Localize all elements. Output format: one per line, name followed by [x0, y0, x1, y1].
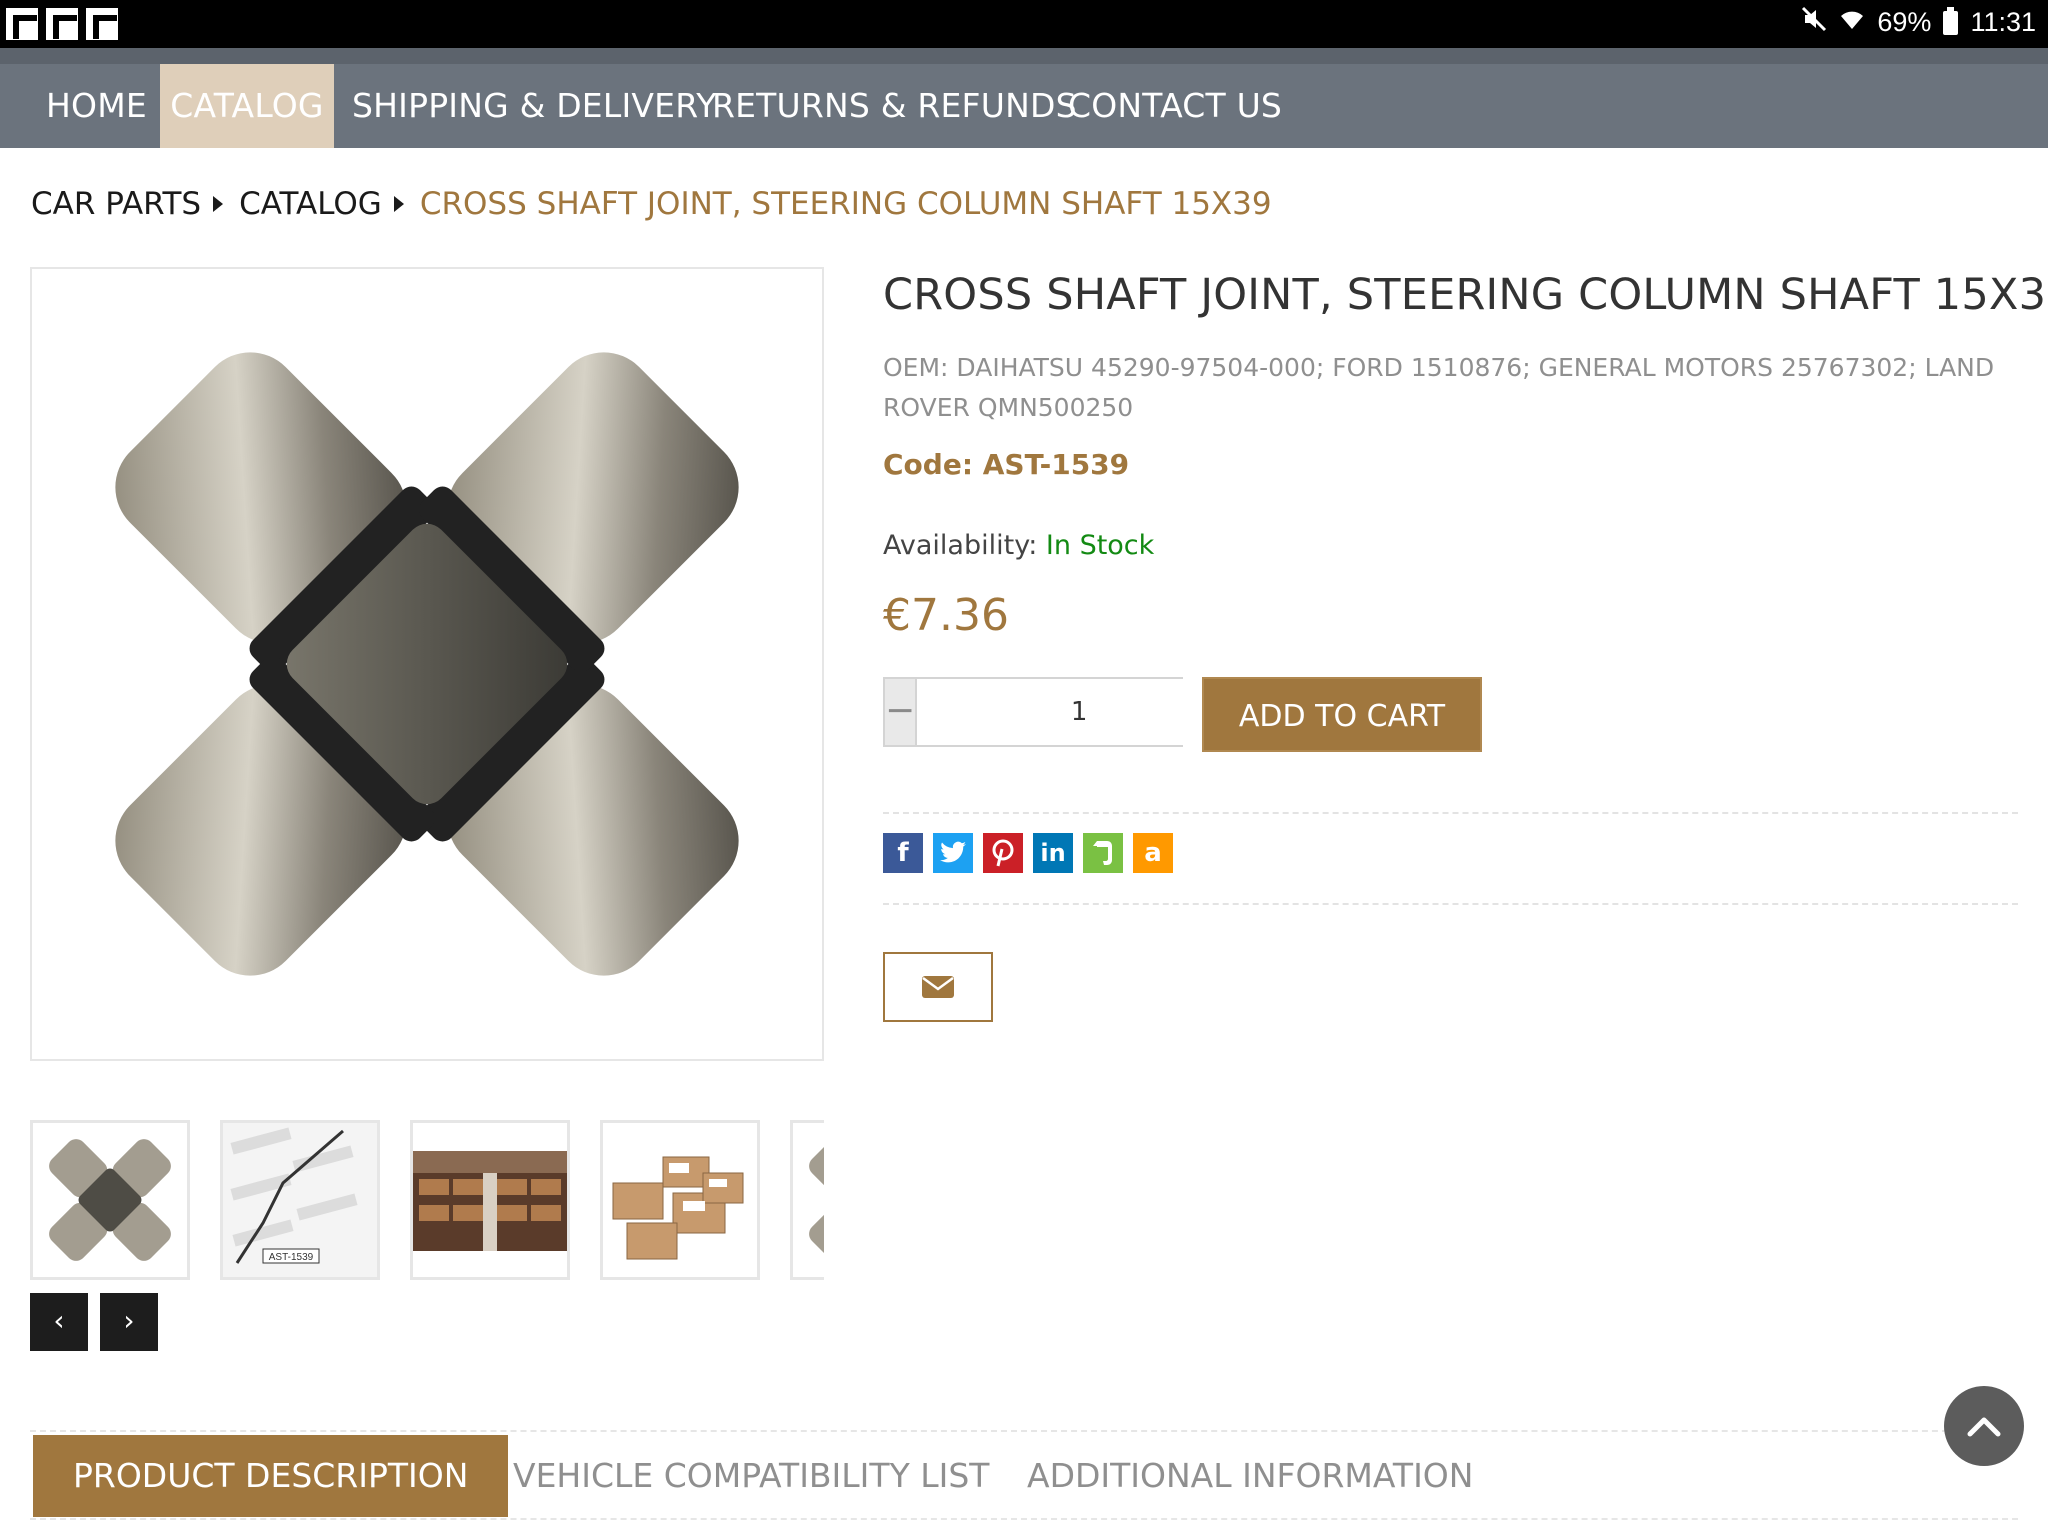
breadcrumb-current: CROSS SHAFT JOINT, STEERING COLUMN SHAFT… [419, 186, 1272, 222]
product-main-image[interactable] [30, 267, 824, 1061]
availability-label: Availability: [883, 530, 1038, 561]
share-buttons: f in a [883, 833, 1173, 873]
nav-contact[interactable]: CONTACT US [1068, 64, 1282, 148]
app-notification-icon [86, 8, 118, 40]
app-notification-icon [46, 8, 78, 40]
thumbnail-drawing-label: AST-1539 [269, 1252, 314, 1263]
thumbnail-product-partial[interactable] [790, 1120, 824, 1280]
battery-icon [1943, 6, 1959, 35]
cross-joint-image [115, 352, 739, 976]
divider [883, 812, 2018, 814]
product-tabs: PRODUCT DESCRIPTION VEHICLE COMPATIBILIT… [30, 1430, 2018, 1520]
tab-vehicle-compatibility[interactable]: VEHICLE COMPATIBILITY LIST [513, 1435, 989, 1517]
product-availability: Availability: In Stock [883, 530, 1154, 561]
quantity-decrease-button[interactable]: − [885, 679, 916, 745]
wifi-icon [1839, 7, 1865, 38]
pinterest-share-icon[interactable] [983, 833, 1023, 873]
email-friend-button[interactable] [883, 952, 993, 1022]
clock: 11:31 [1970, 7, 2036, 37]
tab-additional-information[interactable]: ADDITIONAL INFORMATION [1027, 1435, 1473, 1517]
nav-catalog[interactable]: CATALOG [160, 64, 334, 148]
divider [883, 903, 2018, 905]
app-notification-icon [6, 8, 38, 40]
quantity-input[interactable] [915, 679, 1244, 745]
quantity-stepper: − + [883, 677, 1274, 747]
thumbnail-drawing[interactable]: AST-1539 [220, 1120, 380, 1280]
amazon-share-icon[interactable]: a [1133, 833, 1173, 873]
nav-returns[interactable]: RETURNS & REFUNDS [712, 64, 1077, 148]
thumbnail-prev-button[interactable]: ‹ [30, 1293, 88, 1351]
twitter-share-icon[interactable] [933, 833, 973, 873]
mute-icon [1801, 6, 1827, 39]
thumbnail-warehouse[interactable] [410, 1120, 570, 1280]
facebook-share-icon[interactable]: f [883, 833, 923, 873]
availability-status: In Stock [1045, 530, 1155, 561]
product-oem-numbers: OEM: DAIHATSU 45290-97504-000; FORD 1510… [883, 353, 1995, 422]
evernote-share-icon[interactable] [1083, 833, 1123, 873]
breadcrumb-catalog[interactable]: CATALOG [239, 186, 382, 222]
add-to-cart-button[interactable]: ADD TO CART [1202, 677, 1482, 752]
breadcrumb-separator-icon [213, 196, 224, 212]
scroll-to-top-button[interactable] [1944, 1386, 2024, 1466]
envelope-icon [922, 976, 954, 998]
status-bar: 69% 11:31 [0, 0, 2048, 48]
thumbnail-boxes[interactable] [600, 1120, 760, 1280]
notification-icons [6, 8, 118, 40]
thumbnail-product[interactable] [30, 1120, 190, 1280]
chevron-up-icon [1967, 1417, 2001, 1437]
nav-home[interactable]: HOME [46, 64, 147, 148]
main-nav: HOME CATALOG SHIPPING & DELIVERY RETURNS… [0, 48, 2048, 148]
linkedin-share-icon[interactable]: in [1033, 833, 1073, 873]
breadcrumb-separator-icon [393, 196, 404, 212]
product-title: CROSS SHAFT JOINT, STEERING COLUMN SHAFT… [883, 270, 2048, 320]
breadcrumb-car-parts[interactable]: CAR PARTS [31, 186, 201, 222]
product-price: €7.36 [883, 590, 1009, 641]
thumbnail-next-button[interactable]: › [100, 1293, 158, 1351]
product-code: Code: AST-1539 [883, 448, 1130, 481]
tab-product-description[interactable]: PRODUCT DESCRIPTION [33, 1435, 509, 1517]
breadcrumb: CAR PARTS CATALOG CROSS SHAFT JOINT, STE… [31, 186, 1272, 222]
thumbnail-strip: AST-1539 [30, 1120, 824, 1280]
nav-shipping[interactable]: SHIPPING & DELIVERY [352, 64, 717, 148]
battery-percent: 69% [1877, 7, 1932, 37]
